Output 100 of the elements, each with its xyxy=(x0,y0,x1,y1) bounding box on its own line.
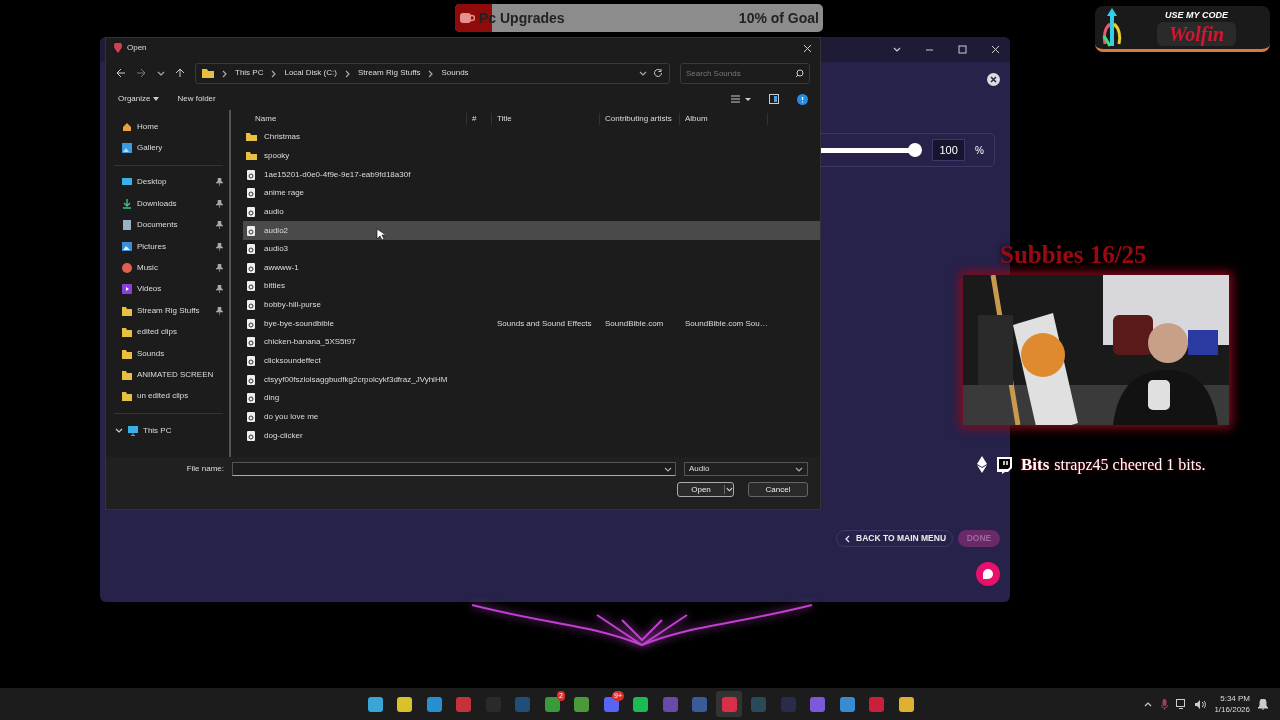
file-row[interactable]: Christmas xyxy=(243,128,820,147)
bell-icon[interactable] xyxy=(1258,698,1268,710)
folder-icon xyxy=(246,132,257,143)
file-row[interactable]: ding xyxy=(243,388,820,408)
goal-title: Subbies 16/25 xyxy=(1000,240,1147,270)
file-row[interactable]: ctsyyf00fszlolsaggbudfkg2crpolcykf3dfraz_JVyhiHM xyxy=(243,370,820,389)
sidebar-item[interactable]: Videos xyxy=(114,278,229,301)
file-row[interactable]: bitties xyxy=(243,277,820,296)
file-type-select[interactable]: Audio xyxy=(684,462,808,476)
sidebar-item[interactable]: Music xyxy=(114,257,229,279)
column-header[interactable]: Contributing artists xyxy=(600,113,680,125)
up-arrow-icon[interactable] xyxy=(175,68,185,78)
new-folder-button[interactable]: New folder xyxy=(177,93,216,105)
microphone-icon[interactable] xyxy=(1161,698,1169,710)
file-row[interactable]: audio xyxy=(243,202,820,222)
back-arrow-icon[interactable] xyxy=(116,68,126,78)
sidebar-item[interactable]: Sounds xyxy=(114,342,229,365)
file-name: audio3 xyxy=(263,243,289,256)
network-icon[interactable] xyxy=(1176,699,1188,709)
window-title: Open xyxy=(127,42,147,54)
file-name: bye-bye-soundbible xyxy=(263,317,334,330)
folder-icon xyxy=(202,68,214,78)
audio-file-icon xyxy=(246,244,257,255)
breadcrumb-item[interactable]: Local Disk (C:) xyxy=(284,67,337,79)
file-name: Christmas xyxy=(263,131,300,144)
audio-file-icon xyxy=(246,337,257,348)
folder-icon xyxy=(246,150,257,161)
close-icon[interactable] xyxy=(991,45,1000,54)
sidebar-item[interactable]: Downloads xyxy=(114,193,229,215)
unit-label: % xyxy=(975,143,984,158)
file-title: Sounds and Sound Effects xyxy=(496,317,593,330)
sidebar-item[interactable]: This PC xyxy=(114,420,229,442)
column-header[interactable]: Title xyxy=(492,113,600,125)
close-icon[interactable] xyxy=(987,73,1000,86)
sidebar-item[interactable]: Desktop xyxy=(114,171,229,194)
audio-file-icon xyxy=(246,188,257,199)
forward-arrow-icon[interactable] xyxy=(136,68,146,78)
audio-file-icon xyxy=(246,393,257,404)
file-row[interactable]: audio3 xyxy=(243,239,820,259)
sidebar-item[interactable]: Pictures xyxy=(114,235,229,258)
file-row[interactable]: chicken-banana_5XS5t97 xyxy=(243,333,820,352)
file-name-field[interactable] xyxy=(232,462,676,476)
file-row[interactable]: bye-bye-soundbible Sounds and Sound Effects SoundBible.com SoundBible.com Sou… xyxy=(243,314,820,334)
pin-app-icon xyxy=(114,43,122,53)
folder-icon xyxy=(122,348,132,359)
alert-message: strapz45 cheered 1 bits. xyxy=(1054,454,1206,476)
maximize-icon[interactable] xyxy=(958,45,967,54)
open-button[interactable]: Open xyxy=(677,482,734,497)
file-name: dog-clicker xyxy=(263,429,303,442)
clock[interactable]: 5:34 PM 1/16/2026 xyxy=(1214,693,1250,715)
breadcrumb-item[interactable]: Sounds xyxy=(441,67,469,79)
chat-icon[interactable] xyxy=(976,562,1000,586)
sidebar-item[interactable]: Home xyxy=(114,116,229,138)
search-field[interactable]: Search Sounds xyxy=(680,62,810,84)
audio-file-icon xyxy=(246,206,257,217)
breadcrumb-item[interactable]: Stream Rig Stuffs xyxy=(357,67,421,79)
gallery-icon xyxy=(122,143,132,154)
chevron-icon xyxy=(220,68,229,78)
pictures-icon xyxy=(122,241,132,252)
sidebar-item[interactable]: ANIMATED SCREEN xyxy=(114,364,229,386)
file-row[interactable]: spooky xyxy=(243,146,820,166)
refresh-icon[interactable] xyxy=(653,68,663,78)
audio-file-icon xyxy=(246,430,257,441)
volume-input[interactable]: 100 xyxy=(932,139,966,161)
file-name: spooky xyxy=(263,149,290,162)
file-row[interactable]: awwww-1 xyxy=(243,258,820,278)
file-name: clicksoundeffect xyxy=(263,355,321,367)
sidebar-item[interactable]: Stream Rig Stuffs xyxy=(114,300,229,322)
sidebar-item[interactable]: edited clips xyxy=(114,321,229,343)
address-bar[interactable]: This PC Local Disk (C:) Stream Rig Stuffs Sounds xyxy=(195,62,670,84)
help-icon[interactable] xyxy=(797,93,808,105)
preview-pane-icon[interactable] xyxy=(769,94,779,104)
clock-time: 5:34 PM xyxy=(1220,693,1250,704)
organize-menu[interactable]: Organize xyxy=(118,93,160,105)
file-row[interactable]: do you love me xyxy=(243,407,820,427)
column-header[interactable]: Album xyxy=(680,113,768,125)
file-row[interactable]: anime rage xyxy=(243,183,820,203)
file-row[interactable]: dog-clicker xyxy=(243,426,820,445)
file-row[interactable]: 1ae15201-d0e0-4f9e-9e17-eab9fd18a30f xyxy=(243,165,820,184)
sidebar-item[interactable]: Documents xyxy=(114,214,229,236)
view-menu-icon[interactable] xyxy=(731,94,751,104)
sidebar-item[interactable]: un edited clips xyxy=(114,385,229,408)
file-name: 1ae15201-d0e0-4f9e-9e17-eab9fd18a30f xyxy=(263,168,411,181)
audio-file-icon xyxy=(246,225,257,236)
file-row[interactable]: audio2 xyxy=(243,221,820,240)
column-header[interactable]: Name xyxy=(241,113,467,125)
file-row[interactable]: clicksoundeffect xyxy=(243,351,820,371)
file-name: audio2 xyxy=(263,224,289,237)
close-icon[interactable] xyxy=(803,43,812,53)
volume-icon[interactable] xyxy=(1195,699,1207,709)
breadcrumb-item[interactable]: This PC xyxy=(235,67,264,79)
file-artists: SoundBible.com xyxy=(604,317,665,330)
audio-file-icon xyxy=(246,318,257,329)
column-header[interactable]: # xyxy=(467,113,492,125)
home-icon xyxy=(122,121,132,132)
documents-icon xyxy=(122,220,132,231)
sidebar-item[interactable]: Gallery xyxy=(114,137,229,159)
file-row[interactable]: bobby-hill-purse xyxy=(243,295,820,315)
cancel-button[interactable]: Cancel xyxy=(748,482,808,497)
videos-icon xyxy=(122,284,132,295)
